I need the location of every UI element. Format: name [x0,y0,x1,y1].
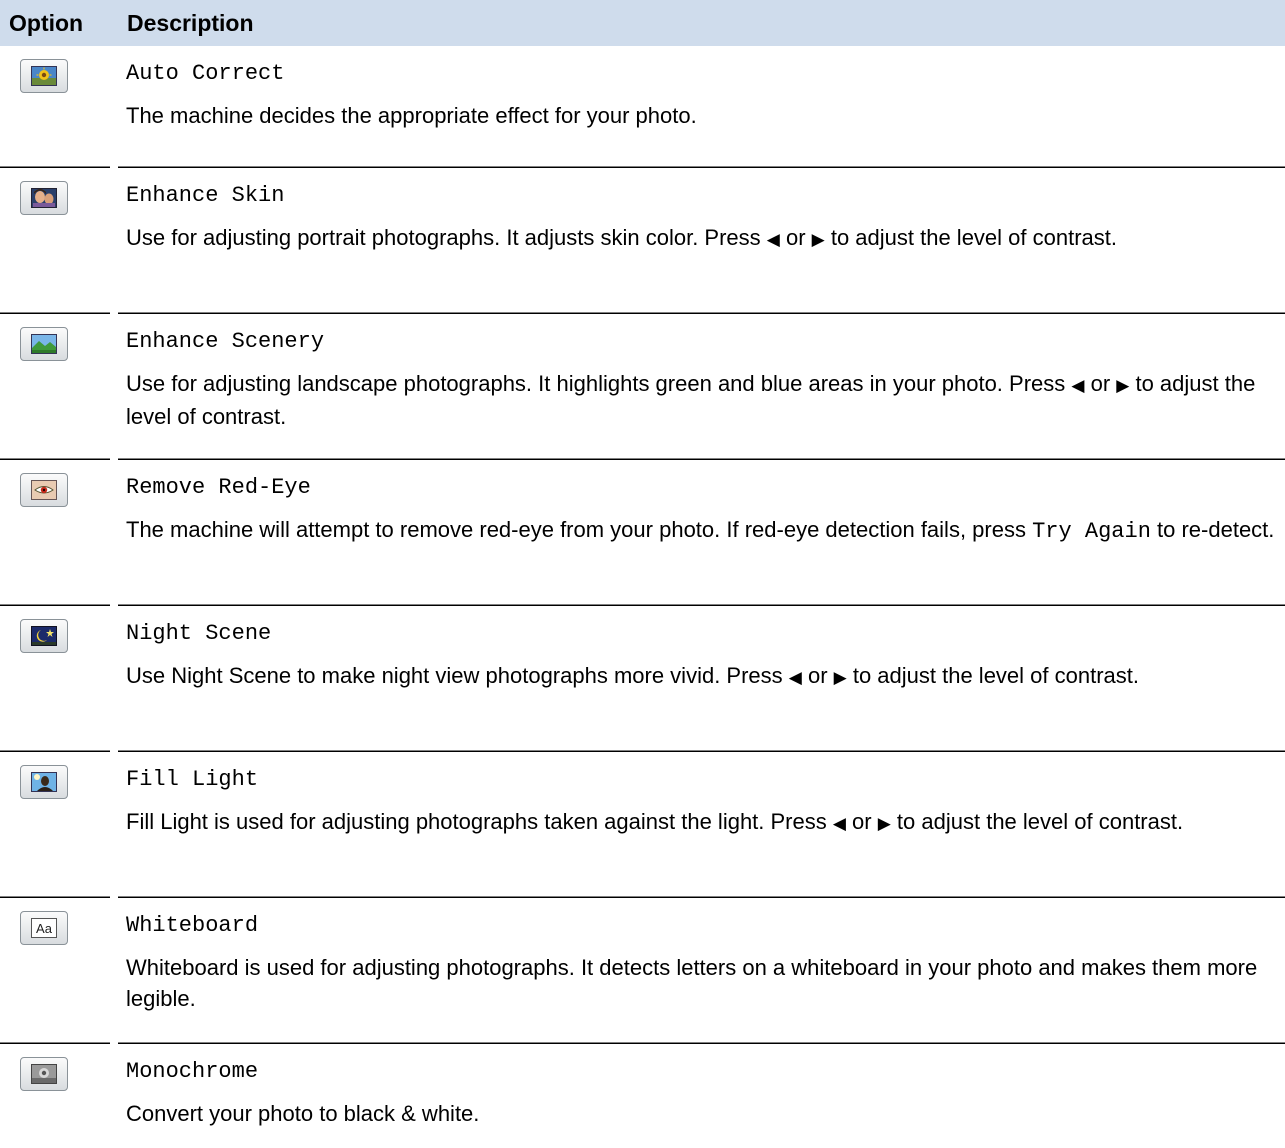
table-row: Monochrome Convert your photo to black &… [0,1044,1285,1148]
option-name: Whiteboard [126,913,259,938]
left-arrow-icon: ◀ [788,668,802,687]
option-description: Fill Light is used for adjusting photogr… [126,809,1184,834]
option-description: Use for adjusting portrait photographs. … [126,225,1117,250]
option-name: Night Scene [126,621,272,646]
option-name: Auto Correct [126,61,285,86]
whiteboard-icon[interactable]: Aa [20,911,68,945]
try-again-button-text: Try Again [1032,519,1151,544]
remove-red-eye-icon[interactable] [20,473,68,507]
right-arrow-icon: ▶ [1116,376,1130,395]
fill-light-icon[interactable] [20,765,68,799]
monochrome-icon[interactable] [20,1057,68,1091]
option-description: The machine decides the appropriate effe… [126,103,697,128]
option-description: The machine will attempt to remove red-e… [126,517,1275,544]
left-arrow-icon: ◀ [766,230,780,249]
table-header-row: Option Description [0,0,1285,46]
table-row: Enhance Scenery Use for adjusting landsc… [0,314,1285,460]
table-row: Night Scene Use Night Scene to make nigh… [0,606,1285,752]
table-row: Enhance Skin Use for adjusting portrait … [0,168,1285,314]
right-arrow-icon: ▶ [877,814,891,833]
table-row: Auto Correct The machine decides the app… [0,46,1285,168]
right-arrow-icon: ▶ [811,230,825,249]
option-name: Enhance Scenery [126,329,325,354]
table-row: Aa Whiteboard Whiteboard is used for adj… [0,898,1285,1044]
header-description: Description [118,0,1285,46]
table-row: Fill Light Fill Light is used for adjust… [0,752,1285,898]
left-arrow-icon: ◀ [1071,376,1085,395]
option-description: Use Night Scene to make night view photo… [126,663,1139,688]
option-name: Monochrome [126,1059,259,1084]
option-description: Use for adjusting landscape photographs.… [126,371,1256,429]
left-arrow-icon: ◀ [832,814,846,833]
option-description: Convert your photo to black & white. [126,1101,480,1126]
night-scene-icon[interactable] [20,619,68,653]
enhance-scenery-icon[interactable] [20,327,68,361]
auto-correct-icon[interactable] [20,59,68,93]
option-name: Remove Red-Eye [126,475,311,500]
header-option: Option [0,0,118,46]
option-name: Enhance Skin [126,183,285,208]
enhance-skin-icon[interactable] [20,181,68,215]
whiteboard-icon-text: Aa [36,921,53,936]
right-arrow-icon: ▶ [833,668,847,687]
options-table: Option Description Auto Correct The mach… [0,0,1285,1148]
table-row: Remove Red-Eye The machine will attempt … [0,460,1285,606]
option-name: Fill Light [126,767,259,792]
option-description: Whiteboard is used for adjusting photogr… [126,955,1258,1011]
